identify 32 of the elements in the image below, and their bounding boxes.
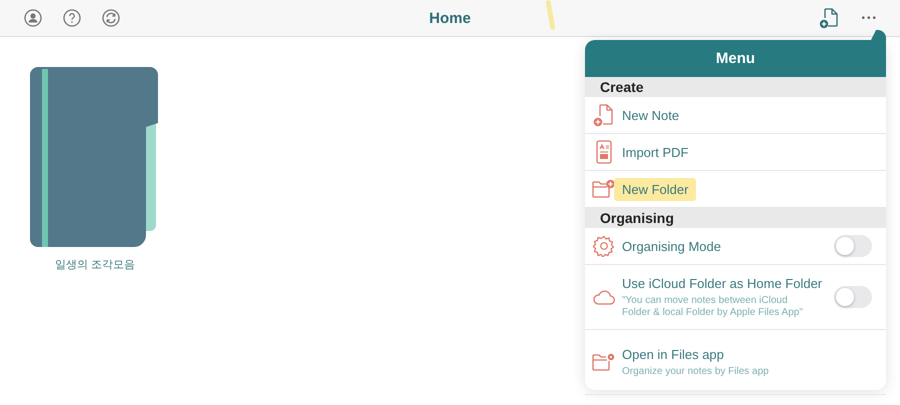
menu-item-label: New Note xyxy=(622,108,680,122)
folder-gear-icon xyxy=(592,352,616,372)
section-title: Organising xyxy=(600,210,674,226)
settings-icon xyxy=(592,235,614,257)
menu-item-label: Open in Files app xyxy=(622,346,725,362)
cloud-icon xyxy=(592,289,616,305)
menu-item[interactable]: Open in Files app Organize your notes by Files app xyxy=(585,330,886,395)
folder-name: 일생의 조각모음 xyxy=(54,258,136,272)
menu-item[interactable]: New Note xyxy=(585,97,886,134)
sync-icon[interactable] xyxy=(102,9,120,27)
menu-item[interactable]: Import PDF xyxy=(585,134,886,171)
toggle-switch[interactable] xyxy=(834,286,872,308)
menu-item-label: New Folder xyxy=(614,178,696,200)
menu-item[interactable]: Use iCloud Folder as Home Folder "You can move notes between iCloud Folder & local Folder by Apple Files App" xyxy=(585,265,886,330)
more-button[interactable]: ••• xyxy=(861,12,878,24)
new-note-icon xyxy=(592,103,614,127)
menu-item-label: Import PDF xyxy=(622,144,690,160)
pdf-icon xyxy=(596,140,612,164)
section-title: Create xyxy=(600,79,644,95)
help-icon[interactable] xyxy=(63,9,81,27)
new-folder-icon xyxy=(592,179,616,199)
toggle-switch[interactable] xyxy=(834,235,872,257)
menu-item-label: Organising Mode xyxy=(622,238,722,254)
new-note-icon[interactable] xyxy=(819,7,840,29)
menu-item[interactable]: Organising Mode xyxy=(585,228,886,265)
folder-icon[interactable] xyxy=(30,67,160,249)
menu-item-description: "You can move notes between iCloud Folder & local Folder by Apple Files App" xyxy=(622,294,804,318)
menu-item-description: Organize your notes by Files app xyxy=(622,366,770,378)
screen-title: Home xyxy=(429,10,471,26)
account-icon[interactable] xyxy=(24,9,42,27)
menu-title: Menu xyxy=(716,50,756,67)
menu-item-label: Use iCloud Folder as Home Folder xyxy=(622,276,824,290)
